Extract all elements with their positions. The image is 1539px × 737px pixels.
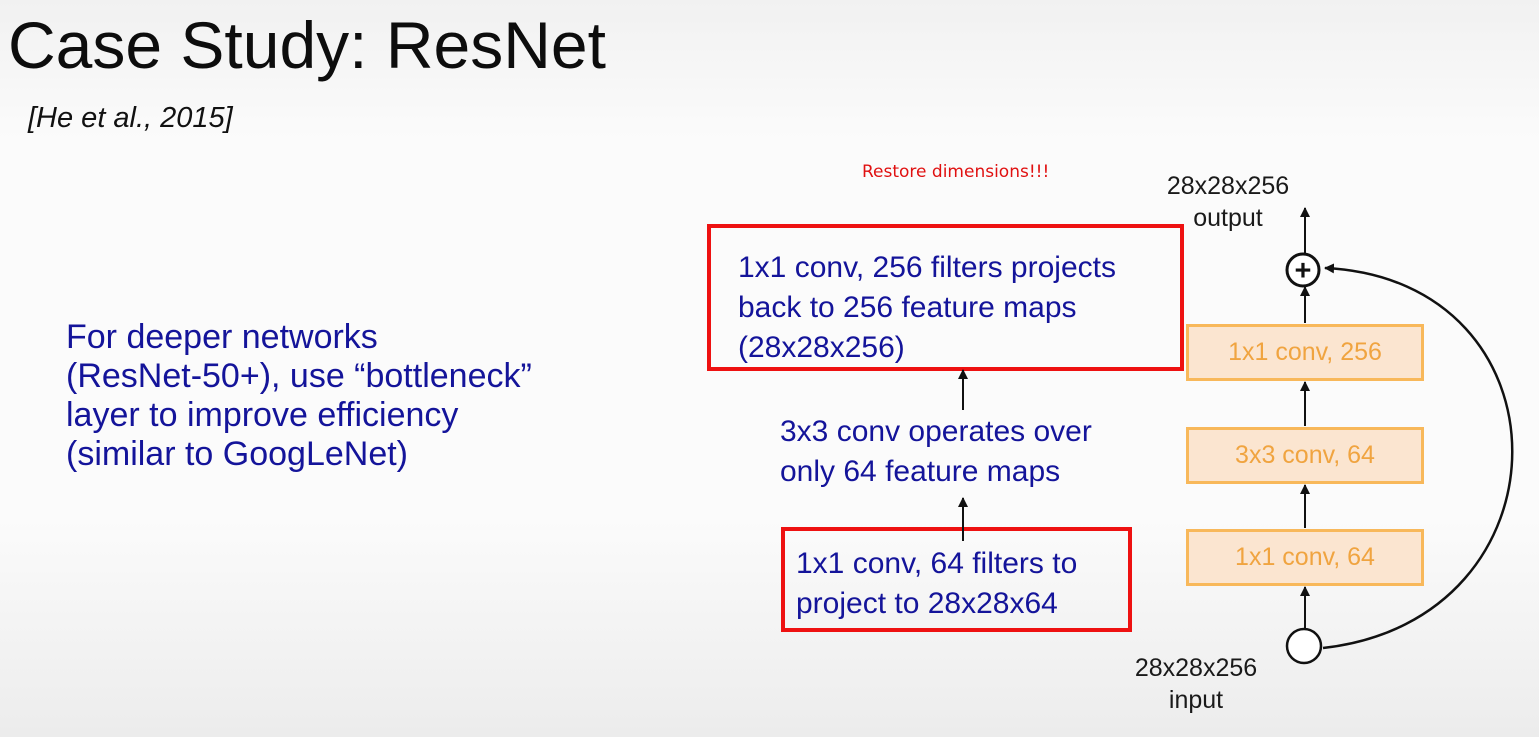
add-symbol: + [1295, 255, 1312, 287]
block-connectors: + [958, 207, 1514, 665]
input-node [1285, 627, 1323, 665]
skip-connection [1322, 263, 1514, 650]
